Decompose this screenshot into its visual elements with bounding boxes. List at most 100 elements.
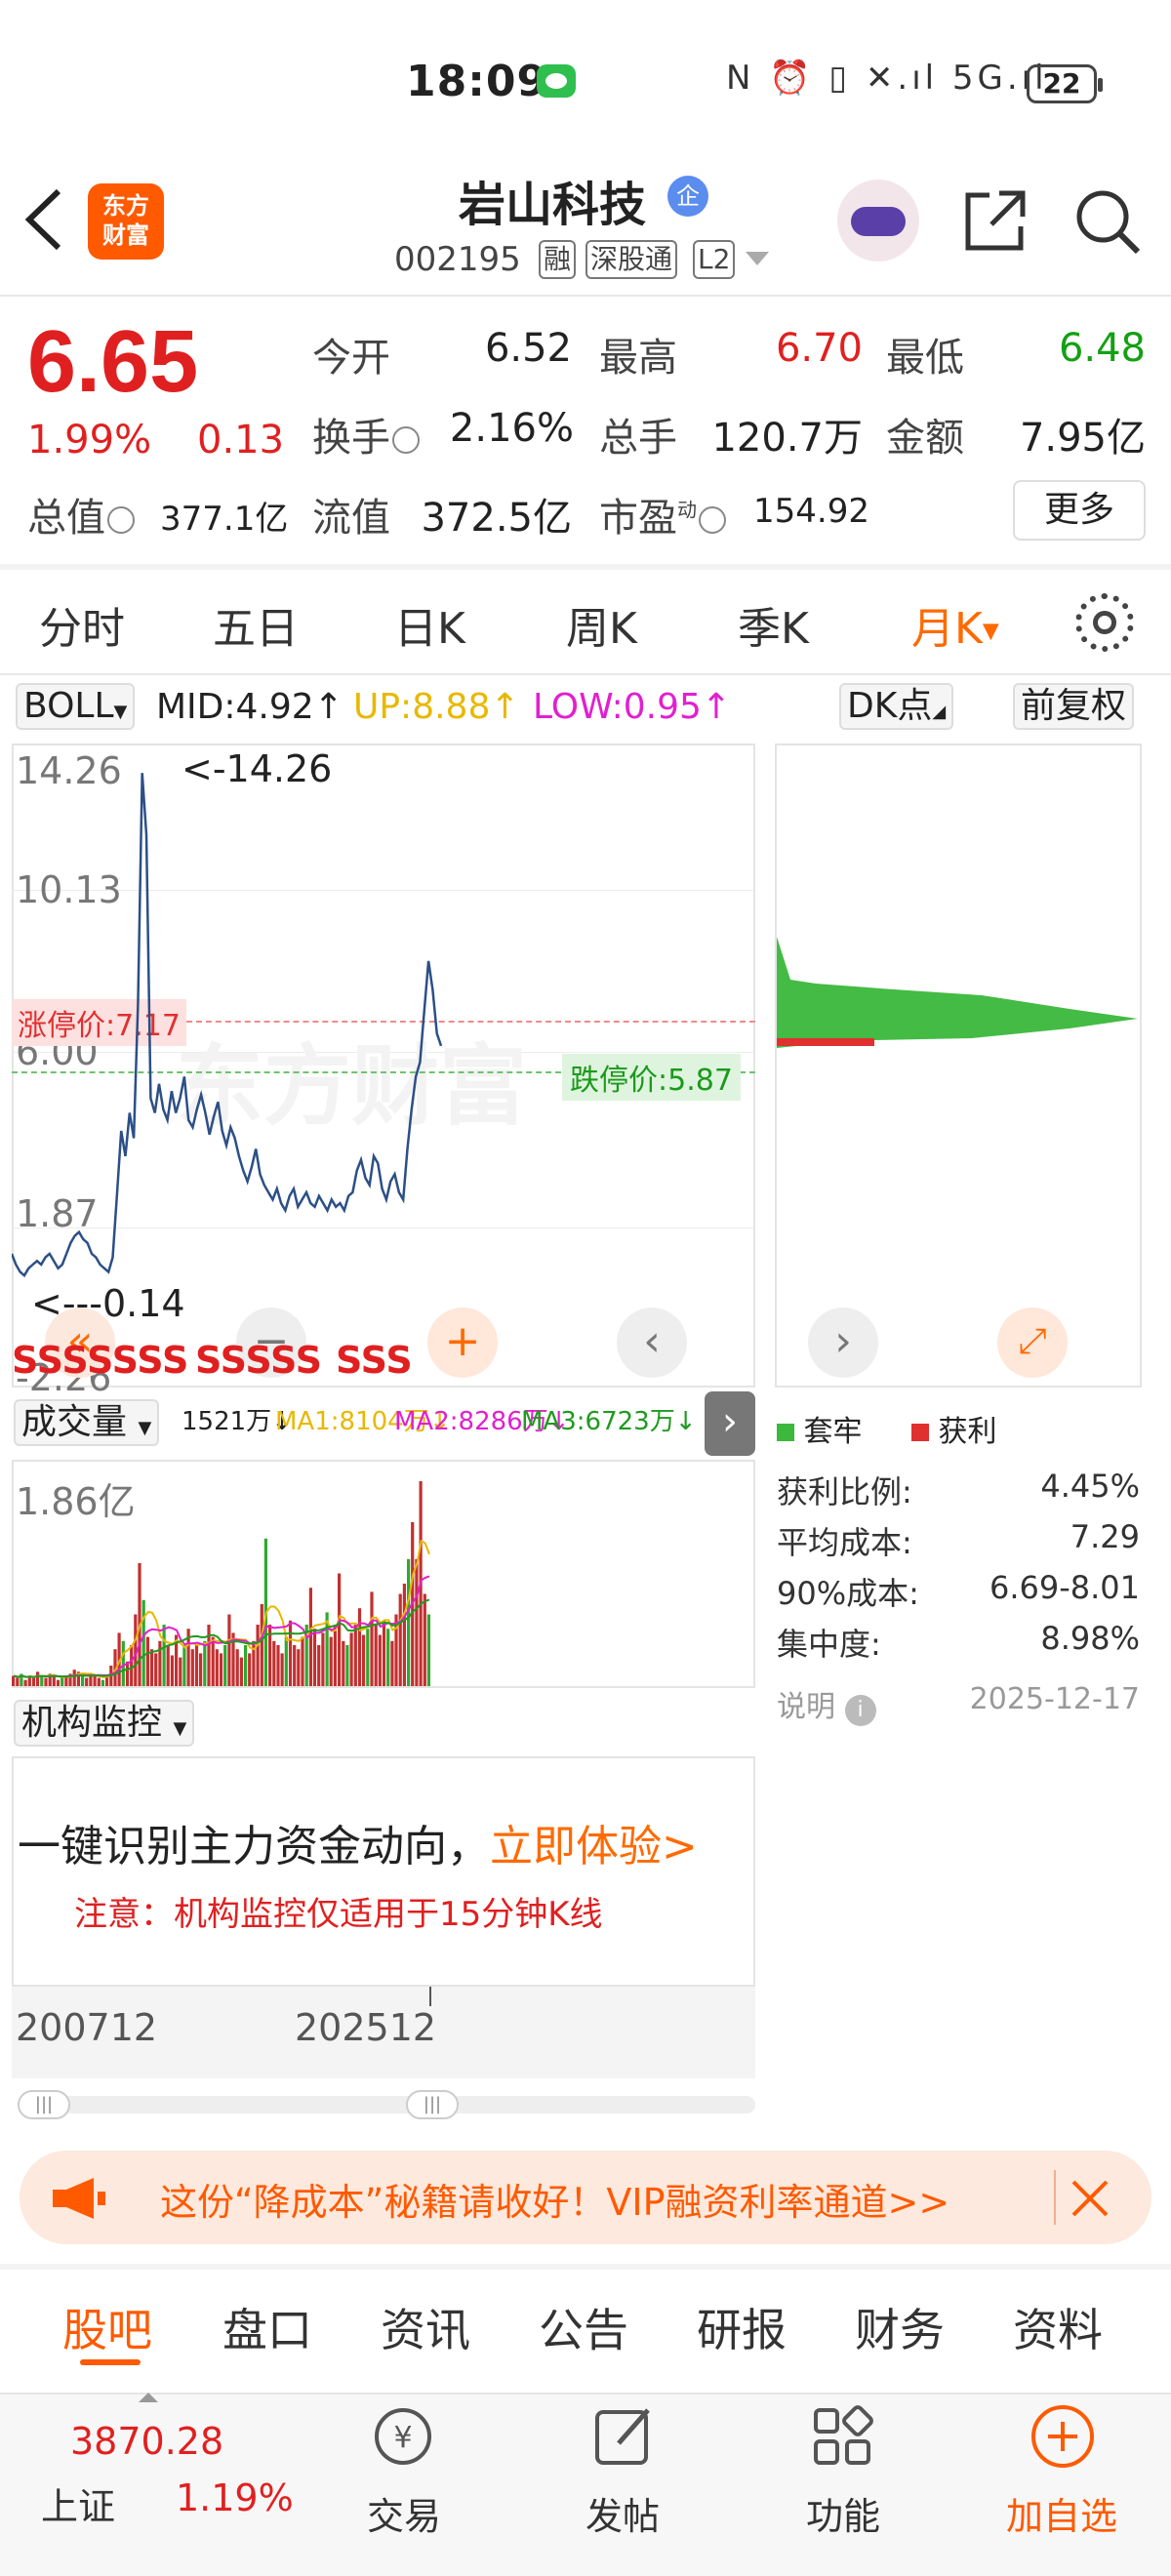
nav-functions[interactable]: 功能 — [765, 2486, 921, 2540]
promo-text[interactable]: 这份“降成本”秘籍请收好！VIP融资利率通道>> — [160, 2172, 949, 2226]
concentration-value: 8.98% — [1040, 1620, 1140, 1657]
tag-connect: 深股通 — [586, 240, 678, 279]
trade-icon[interactable]: ¥ — [371, 2404, 435, 2469]
caret-down-icon: ▼ — [113, 702, 128, 722]
tab-weekly-k[interactable]: 周K — [566, 593, 637, 656]
indicator-select[interactable]: BOLL▼ — [16, 683, 136, 730]
dk-point-select[interactable]: DK点◢ — [839, 683, 954, 730]
turnover-label[interactable]: 换手 — [312, 406, 420, 463]
dropdown-caret-icon[interactable] — [746, 252, 769, 265]
volume-bar — [297, 1649, 301, 1686]
distribution-date: 2025-12-17 — [969, 1682, 1140, 1716]
volume-bar — [248, 1653, 252, 1686]
sell-signal-marks: SSSSSSS — [12, 1339, 189, 1382]
tab-daily-k[interactable]: 日K — [394, 593, 465, 656]
volume-bar — [345, 1645, 349, 1686]
expand-panel-arrow-icon[interactable]: › — [705, 1391, 755, 1456]
close-icon[interactable] — [1070, 2178, 1110, 2219]
tab-orderbook[interactable]: 盘口 — [222, 2295, 312, 2359]
try-now-link[interactable]: 立即体验> — [490, 1822, 698, 1872]
pe-label[interactable]: 市盈动 — [599, 486, 726, 543]
add-watchlist-icon[interactable] — [1029, 2402, 1097, 2471]
divider — [1054, 2170, 1056, 2225]
volume-bar — [101, 1679, 104, 1686]
note-link[interactable]: 说明 i — [777, 1682, 876, 1726]
caret-down-icon: ▼ — [173, 1718, 187, 1739]
turnover-label-text: 换手 — [312, 416, 390, 461]
index-percent[interactable]: 1.19% — [176, 2476, 294, 2519]
stock-code: 002195 — [394, 240, 521, 279]
functions-icon[interactable] — [810, 2404, 874, 2469]
volume-bar — [158, 1640, 162, 1686]
cost90-value: 6.69-8.01 — [989, 1569, 1140, 1606]
post-icon[interactable] — [591, 2404, 656, 2469]
volume-bar — [166, 1645, 170, 1686]
settings-gear-icon[interactable] — [1075, 593, 1134, 652]
volume-bar — [366, 1629, 370, 1686]
tab-intraday[interactable]: 分时 — [39, 593, 125, 656]
tab-research[interactable]: 研报 — [697, 2295, 787, 2359]
institution-select[interactable]: 机构监控 ▼ — [14, 1700, 195, 1747]
range-slider-track[interactable] — [18, 2096, 755, 2113]
tab-monthly-k[interactable]: 月K▼ — [911, 593, 999, 656]
volume-bar — [207, 1625, 211, 1686]
nav-trade[interactable]: 交易 — [326, 2486, 482, 2540]
ai-assistant-avatar[interactable] — [837, 180, 919, 262]
divider — [0, 673, 1171, 675]
volume-indicator-select[interactable]: 成交量 ▼ — [14, 1399, 160, 1446]
range-handle-right[interactable]: ||| — [406, 2090, 459, 2119]
nav-post[interactable]: 发帖 — [545, 2486, 701, 2540]
tab-forum[interactable]: 股吧 — [62, 2295, 152, 2359]
tab-announcements[interactable]: 公告 — [539, 2295, 628, 2359]
volume-bar — [382, 1620, 386, 1686]
volume-bar — [56, 1679, 61, 1686]
legend-trapped: 套牢 — [777, 1407, 863, 1450]
back-arrow-icon[interactable] — [21, 185, 64, 254]
volume-bar — [40, 1675, 44, 1686]
tab-profile[interactable]: 资料 — [1013, 2295, 1103, 2359]
tab-5day[interactable]: 五日 — [213, 593, 299, 656]
adjust-select[interactable]: 前复权 — [1013, 683, 1135, 730]
institution-title: 机构监控 — [21, 1703, 163, 1743]
zoom-in-icon[interactable]: + — [427, 1308, 498, 1378]
volume-bar — [407, 1558, 411, 1686]
volume-bar — [402, 1584, 406, 1686]
volume-bar — [301, 1636, 304, 1686]
info-icon — [392, 426, 420, 454]
up-caret-icon[interactable] — [139, 2393, 158, 2402]
scroll-left-icon[interactable]: ‹ — [617, 1308, 687, 1378]
wechat-notification-icon — [537, 64, 576, 98]
volume-bar — [223, 1645, 227, 1686]
tab-finance[interactable]: 财务 — [855, 2295, 945, 2359]
share-icon[interactable] — [960, 185, 1030, 256]
change-percent: 1.99% — [27, 418, 152, 463]
more-button[interactable]: 更多 — [1013, 480, 1146, 541]
volume-bar — [312, 1629, 317, 1686]
tab-news[interactable]: 资讯 — [381, 2295, 470, 2359]
volume-bar — [338, 1573, 342, 1686]
volume-bar — [357, 1608, 362, 1686]
volume-bar — [423, 1593, 426, 1686]
expand-icon[interactable]: ⤢ — [997, 1308, 1068, 1378]
caret-down-icon: ▼ — [138, 1418, 152, 1438]
volume-bar — [333, 1625, 337, 1686]
volume-bar — [374, 1625, 378, 1686]
index-value[interactable]: 3870.28 — [70, 2420, 223, 2463]
tab-quarter-k[interactable]: 季K — [738, 593, 809, 656]
volume-bar — [52, 1675, 56, 1686]
search-icon[interactable] — [1071, 185, 1142, 256]
volume-bar — [426, 1614, 430, 1686]
scroll-right-icon[interactable]: › — [808, 1308, 878, 1378]
volume-bar — [288, 1620, 293, 1686]
volume-bar — [370, 1591, 374, 1686]
nav-add-watchlist[interactable]: 加自选 — [984, 2486, 1140, 2540]
range-handle-left[interactable]: ||| — [18, 2090, 70, 2119]
caret-icon: ◢ — [932, 702, 947, 722]
mktcap-label[interactable]: 总值 — [27, 486, 135, 543]
volume-bar — [12, 1675, 16, 1686]
volume-bar — [130, 1645, 134, 1686]
low-label: 最低 — [886, 336, 964, 381]
status-time: 18:09 — [406, 57, 548, 106]
index-name[interactable]: 上证 — [41, 2476, 115, 2530]
volume-bar — [141, 1599, 145, 1686]
